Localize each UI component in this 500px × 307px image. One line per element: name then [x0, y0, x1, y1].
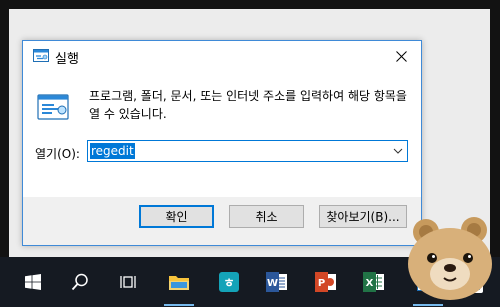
run-app-icon [33, 49, 49, 62]
taskbar-file-explorer[interactable] [155, 257, 203, 307]
dialog-body: 프로그램, 폴더, 문서, 또는 인터넷 주소를 입력하여 해당 항목을 열 수… [23, 71, 421, 197]
dialog-description: 프로그램, 폴더, 문서, 또는 인터넷 주소를 입력하여 해당 항목을 열 수… [89, 89, 407, 121]
ok-button[interactable]: 확인 [139, 205, 214, 228]
screen-frame-top [0, 0, 500, 9]
file-explorer-icon [169, 276, 189, 290]
svg-text:X: X [366, 278, 374, 289]
svg-text:W: W [267, 278, 278, 289]
chevron-down-icon[interactable] [393, 146, 403, 156]
svg-text:ㅎ: ㅎ [223, 276, 234, 290]
taskbar-powerpoint[interactable]: P [302, 257, 350, 307]
excel-icon: X [363, 272, 384, 292]
run-dialog: 실행 프로그램, 폴더, 문서, 또는 인터넷 주소를 입력하여 해당 항목을 … [22, 40, 422, 246]
start-windows-icon [25, 274, 41, 290]
dialog-title: 실행 [55, 52, 79, 67]
word-icon: W [266, 272, 287, 292]
taskbar-word[interactable]: W [253, 257, 301, 307]
close-icon [395, 50, 407, 62]
task-view-button[interactable] [104, 257, 152, 307]
run-large-icon [37, 94, 69, 120]
hangul-word-icon: ㅎ [219, 272, 239, 292]
task-view-icon [120, 276, 136, 288]
svg-text:P: P [318, 278, 325, 289]
powerpoint-icon: P [315, 272, 336, 292]
active-indicator [164, 304, 194, 306]
open-label: 열기(O): [35, 147, 80, 161]
search-icon [71, 273, 88, 291]
cancel-button[interactable]: 취소 [229, 205, 304, 228]
bear-mascot-image [408, 217, 492, 300]
open-combobox[interactable]: regedit [87, 140, 408, 162]
taskbar-hangul[interactable]: ㅎ [205, 257, 253, 307]
dialog-footer: 확인 취소 찾아보기(B)... [23, 197, 421, 245]
start-button[interactable] [9, 257, 57, 307]
close-button[interactable] [381, 41, 421, 71]
dialog-titlebar[interactable]: 실행 [23, 41, 421, 71]
open-input[interactable]: regedit [90, 143, 135, 159]
search-button[interactable] [56, 257, 104, 307]
